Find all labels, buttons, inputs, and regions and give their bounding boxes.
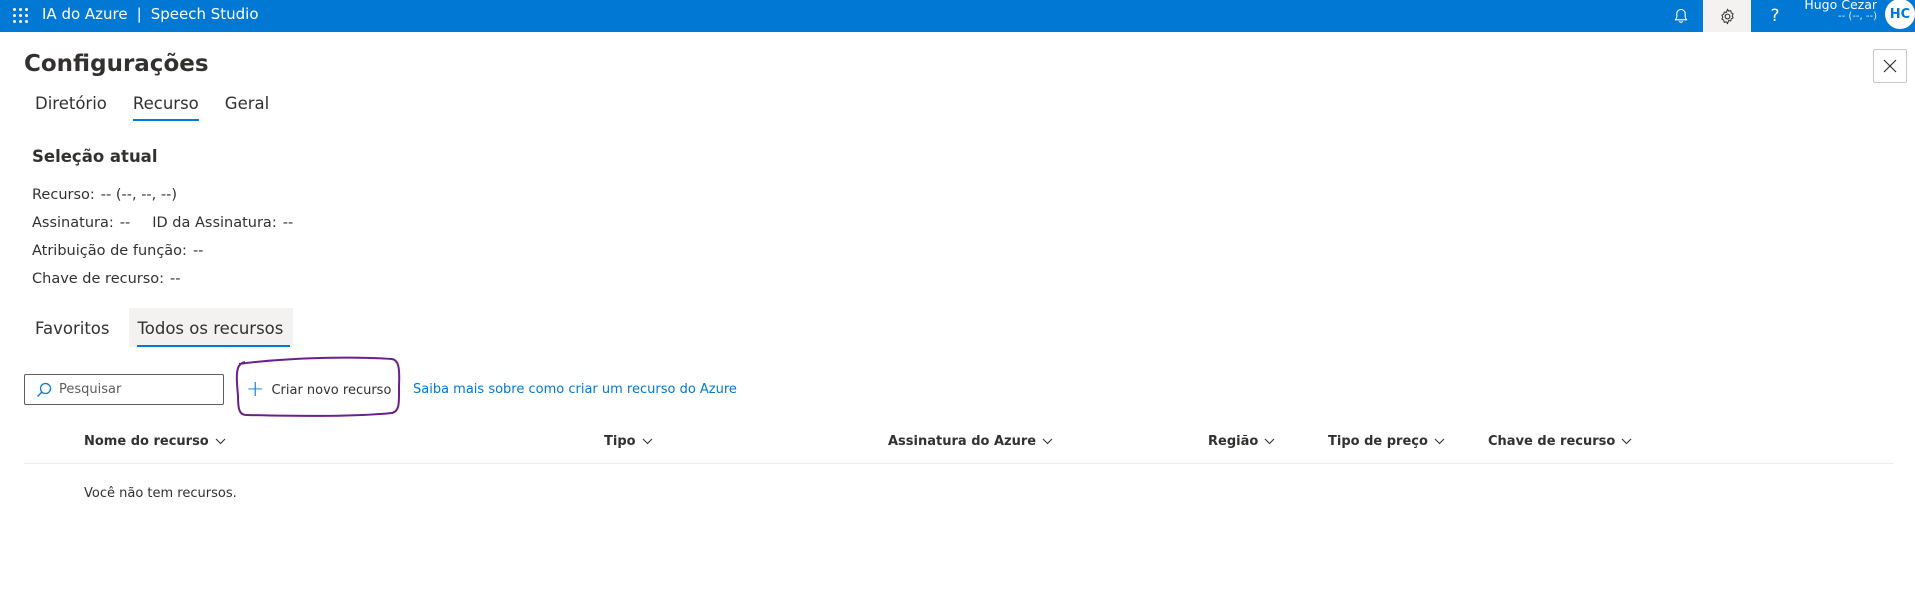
- role-info: Atribuição de função: --: [32, 243, 203, 259]
- tab-general[interactable]: Geral: [217, 92, 277, 121]
- settings-tabs: Diretório Recurso Geral: [27, 92, 287, 121]
- settings-button[interactable]: [1703, 0, 1751, 32]
- chevron-down-icon: [642, 438, 652, 445]
- column-pricing-tier-label: Tipo de preço: [1328, 434, 1428, 449]
- resource-tabs: Favoritos Todos os recursos: [27, 308, 294, 347]
- column-resource-key[interactable]: Chave de recurso: [1488, 434, 1632, 449]
- gear-icon: [1720, 8, 1734, 24]
- help-button[interactable]: ?: [1751, 0, 1799, 32]
- empty-table-message: Você não tem recursos.: [84, 486, 237, 501]
- app-name: IA do Azure: [42, 5, 128, 23]
- subscription-id-label: ID da Assinatura:: [152, 215, 277, 231]
- key-info: Chave de recurso: --: [32, 271, 181, 287]
- chevron-down-icon: [1264, 438, 1275, 445]
- role-value: --: [192, 243, 204, 259]
- chevron-down-icon: [1621, 438, 1632, 445]
- column-subscription-label: Assinatura do Azure: [888, 434, 1037, 449]
- tab-directory[interactable]: Diretório: [27, 92, 115, 121]
- brand-separator: |: [136, 5, 142, 23]
- table-header: Nome do recurso Tipo Assinatura do Azure…: [24, 428, 1894, 464]
- tab-favorites[interactable]: Favoritos: [27, 308, 117, 347]
- column-type-label: Tipo: [604, 434, 636, 449]
- resource-label: Recurso:: [32, 187, 95, 203]
- bell-icon: [1674, 8, 1688, 23]
- column-type[interactable]: Tipo: [604, 434, 653, 449]
- chevron-down-icon: [215, 438, 226, 445]
- column-resource-key-label: Chave de recurso: [1488, 434, 1616, 449]
- subscription-value: --: [119, 215, 131, 231]
- help-icon: ?: [1770, 6, 1780, 26]
- resource-info: Recurso: -- (--, --, --): [32, 187, 177, 203]
- subscription-id-value: --: [282, 215, 294, 231]
- user-info[interactable]: Hugo Cezar -- (--, --): [1795, 0, 1877, 22]
- learn-more-link[interactable]: Saiba mais sobre como criar um recurso d…: [413, 382, 737, 397]
- waffle-icon[interactable]: [13, 8, 29, 24]
- role-label: Atribuição de função:: [32, 243, 187, 259]
- column-region[interactable]: Região: [1208, 434, 1275, 449]
- create-resource-label: Criar novo recurso: [271, 382, 392, 398]
- create-resource-button[interactable]: + Criar novo recurso: [240, 376, 397, 404]
- top-bar: IA do Azure | Speech Studio ? Hugo Cezar -…: [0, 0, 1915, 32]
- user-resource-info: -- (--, --): [1838, 11, 1877, 22]
- subscription-info: Assinatura: -- ID da Assinatura: --: [32, 215, 293, 231]
- resource-value: -- (--, --, --): [100, 187, 177, 203]
- plus-icon: +: [246, 377, 265, 402]
- column-region-label: Região: [1208, 434, 1259, 449]
- search-icon: [37, 382, 52, 397]
- tab-resource[interactable]: Recurso: [125, 92, 199, 121]
- brand[interactable]: IA do Azure | Speech Studio: [42, 5, 259, 23]
- search-input[interactable]: [59, 382, 209, 397]
- column-resource-name[interactable]: Nome do recurso: [84, 434, 226, 449]
- notifications-button[interactable]: [1657, 0, 1705, 32]
- column-subscription[interactable]: Assinatura do Azure: [888, 434, 1053, 449]
- tab-all-resources[interactable]: Todos os recursos: [129, 308, 294, 347]
- product-name: Speech Studio: [150, 5, 259, 23]
- chevron-down-icon: [1042, 438, 1053, 445]
- avatar[interactable]: HC: [1883, 0, 1915, 31]
- column-resource-name-label: Nome do recurso: [84, 434, 209, 449]
- page-title: Configurações: [24, 51, 209, 77]
- column-pricing-tier[interactable]: Tipo de preço: [1328, 434, 1445, 449]
- current-selection-title: Seleção atual: [32, 147, 158, 166]
- key-value: --: [170, 271, 181, 287]
- search-box[interactable]: [24, 374, 224, 405]
- subscription-label: Assinatura:: [32, 215, 114, 231]
- key-label: Chave de recurso:: [32, 271, 165, 287]
- chevron-down-icon: [1434, 438, 1445, 445]
- close-icon: [1883, 59, 1897, 73]
- close-button[interactable]: [1873, 49, 1907, 83]
